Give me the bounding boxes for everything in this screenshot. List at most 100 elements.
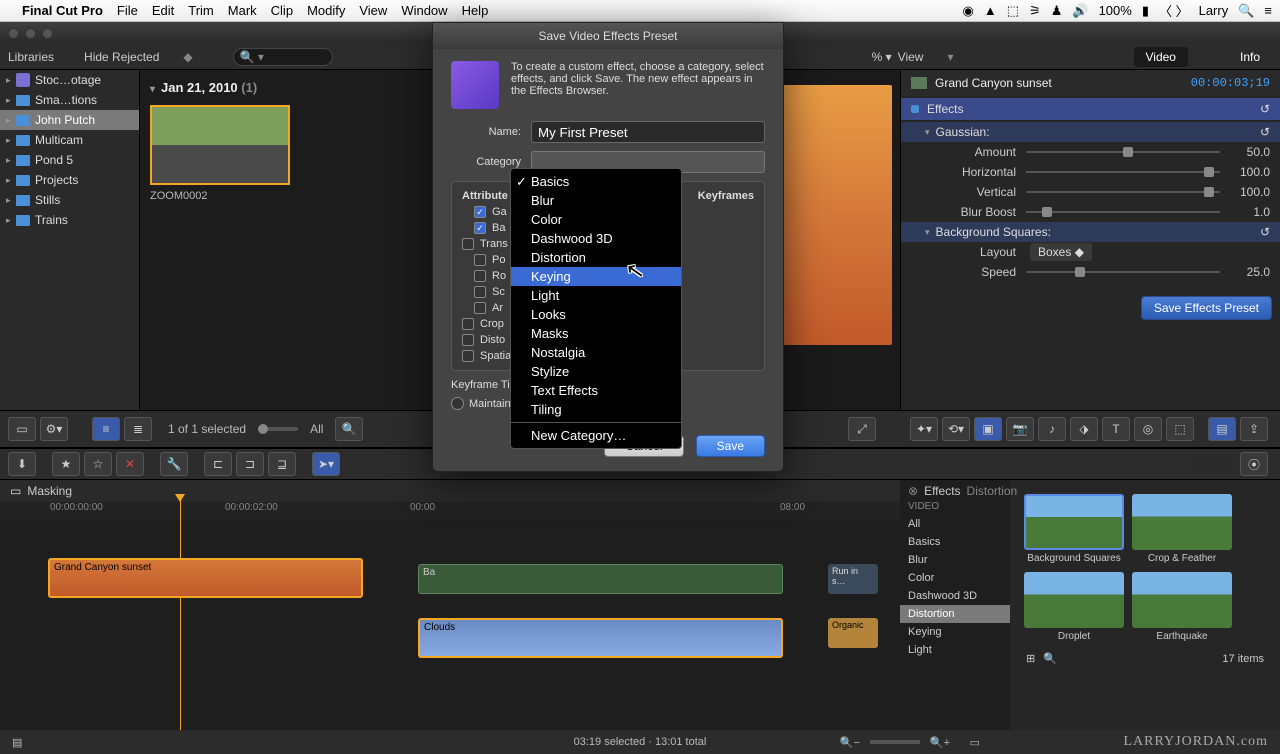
fx-search[interactable]: 🔍: [1043, 652, 1057, 665]
slider[interactable]: [1026, 185, 1220, 199]
photo-icon[interactable]: 📷: [1006, 417, 1034, 441]
checkbox[interactable]: [462, 350, 474, 362]
playhead[interactable]: [180, 500, 181, 730]
dd-stylize[interactable]: Stylize: [511, 362, 681, 381]
reset-icon[interactable]: ↺: [1260, 102, 1270, 116]
status-icon[interactable]: ◉: [963, 3, 974, 19]
min-dot[interactable]: [25, 28, 36, 39]
text-icon[interactable]: T: [1102, 417, 1130, 441]
lib-stills[interactable]: ▸Stills: [0, 190, 139, 210]
clip-run[interactable]: Run in s…: [828, 564, 878, 594]
dropbox-icon[interactable]: ⬚: [1007, 3, 1019, 19]
clip-bg[interactable]: Ba: [418, 564, 783, 594]
connect-icon[interactable]: ⊏: [204, 452, 232, 476]
menu-clip[interactable]: Clip: [271, 3, 293, 18]
menu-icon[interactable]: ≡: [1264, 3, 1272, 18]
reset-icon[interactable]: ↺: [1260, 225, 1270, 239]
slider[interactable]: [1026, 205, 1220, 219]
wand-icon[interactable]: ✦▾: [910, 417, 938, 441]
view-menu[interactable]: View: [898, 50, 924, 64]
checkbox[interactable]: ✓: [474, 222, 486, 234]
clip-main[interactable]: Grand Canyon sunset: [48, 558, 363, 598]
dd-texteffects[interactable]: Text Effects: [511, 381, 681, 400]
insert-icon[interactable]: ⊐: [236, 452, 264, 476]
view-mode-2[interactable]: ≣: [124, 417, 152, 441]
slider[interactable]: [1026, 145, 1220, 159]
dd-keying[interactable]: Keying: [511, 267, 681, 286]
menu-view[interactable]: View: [359, 3, 387, 18]
music-icon[interactable]: ♪: [1038, 417, 1066, 441]
search-icon[interactable]: 🔍: [335, 417, 363, 441]
theme-icon[interactable]: ⬚: [1166, 417, 1194, 441]
clip-thumb[interactable]: [150, 105, 290, 185]
checkbox[interactable]: [474, 270, 486, 282]
clip-organic[interactable]: Organic: [828, 618, 878, 648]
grid-icon[interactable]: ⊞: [1026, 652, 1035, 665]
libraries-label[interactable]: Libraries: [8, 50, 54, 64]
effects-header[interactable]: Effects↺: [901, 98, 1280, 120]
keyword-icon[interactable]: 🔧: [160, 452, 188, 476]
library-icon[interactable]: ▣: [974, 417, 1002, 441]
checkbox[interactable]: [474, 302, 486, 314]
append-icon[interactable]: ⊒: [268, 452, 296, 476]
index-icon[interactable]: ▤: [12, 736, 22, 749]
fx-droplet[interactable]: Droplet: [1024, 572, 1124, 642]
cat-blur[interactable]: Blur: [900, 551, 1010, 569]
fx-crop[interactable]: Crop & Feather: [1132, 494, 1232, 564]
cat-keying[interactable]: Keying: [900, 623, 1010, 641]
dd-nostalgia[interactable]: Nostalgia: [511, 343, 681, 362]
dd-looks[interactable]: Looks: [511, 305, 681, 324]
menu-trim[interactable]: Trim: [188, 3, 214, 18]
fx-bgsquares[interactable]: Background Squares: [1024, 494, 1124, 564]
timeline[interactable]: ▭Masking 00:00:00:00 00:00:02:00 00:00 0…: [0, 480, 900, 730]
share-icon[interactable]: ⇪: [1240, 417, 1268, 441]
save-button[interactable]: Save: [696, 435, 765, 457]
close-icon[interactable]: ⊗: [908, 484, 918, 498]
checkbox[interactable]: [474, 286, 486, 298]
gaussian-header[interactable]: ▾Gaussian:↺: [901, 122, 1280, 142]
gear-icon[interactable]: ⚙▾: [40, 417, 68, 441]
zoom-dot[interactable]: [42, 28, 53, 39]
cat-distortion[interactable]: Distortion: [900, 605, 1010, 623]
app-name[interactable]: Final Cut Pro: [22, 3, 103, 18]
import-icon[interactable]: ⬇: [8, 452, 36, 476]
lib-projects[interactable]: ▸Projects: [0, 170, 139, 190]
battery-icon[interactable]: ▮: [1142, 3, 1149, 19]
arrow-tool[interactable]: ➤▾: [312, 452, 340, 476]
cat-basics[interactable]: Basics: [900, 533, 1010, 551]
filmstrip-icon[interactable]: ▭: [8, 417, 36, 441]
zoom-in-icon[interactable]: 🔍+: [930, 736, 950, 749]
lib-sma[interactable]: ▸Sma…tions: [0, 90, 139, 110]
checkbox[interactable]: [462, 334, 474, 346]
slider[interactable]: [1026, 265, 1220, 279]
fx-earthquake[interactable]: Earthquake: [1132, 572, 1232, 642]
fullscreen-icon[interactable]: ⤢: [848, 417, 876, 441]
skimming-icon[interactable]: ⦿: [1240, 452, 1268, 476]
retime-icon[interactable]: ⟲▾: [942, 417, 970, 441]
view-mode-1[interactable]: ≡: [92, 417, 120, 441]
dd-masks[interactable]: Masks: [511, 324, 681, 343]
hide-rejected[interactable]: Hide Rejected: [84, 50, 159, 64]
radio-maintain[interactable]: Maintain: [451, 397, 511, 410]
checkbox[interactable]: [474, 254, 486, 266]
preset-name-input[interactable]: [531, 121, 765, 143]
dd-newcategory[interactable]: New Category…: [511, 426, 681, 445]
clip-appearance-icon[interactable]: ▭: [970, 736, 980, 749]
generator-icon[interactable]: ◎: [1134, 417, 1162, 441]
slider[interactable]: [1026, 165, 1220, 179]
cat-all[interactable]: All: [900, 515, 1010, 533]
checkbox[interactable]: [462, 238, 474, 250]
adobe-icon[interactable]: ▲: [984, 3, 997, 18]
lib-multicam[interactable]: ▸Multicam: [0, 130, 139, 150]
speaker-icon[interactable]: 🔊: [1072, 3, 1088, 19]
all-label[interactable]: All: [310, 422, 323, 436]
layout-select[interactable]: Boxes ◆: [1030, 243, 1092, 261]
dd-blur[interactable]: Blur: [511, 191, 681, 210]
cat-light[interactable]: Light: [900, 641, 1010, 659]
dd-dashwood[interactable]: Dashwood 3D: [511, 229, 681, 248]
lib-trains[interactable]: ▸Trains: [0, 210, 139, 230]
unfav-icon[interactable]: ☆: [84, 452, 112, 476]
wifi-icon[interactable]: ⚞: [1029, 3, 1041, 19]
reset-icon[interactable]: ↺: [1260, 125, 1270, 139]
user-name[interactable]: Larry: [1199, 3, 1229, 18]
